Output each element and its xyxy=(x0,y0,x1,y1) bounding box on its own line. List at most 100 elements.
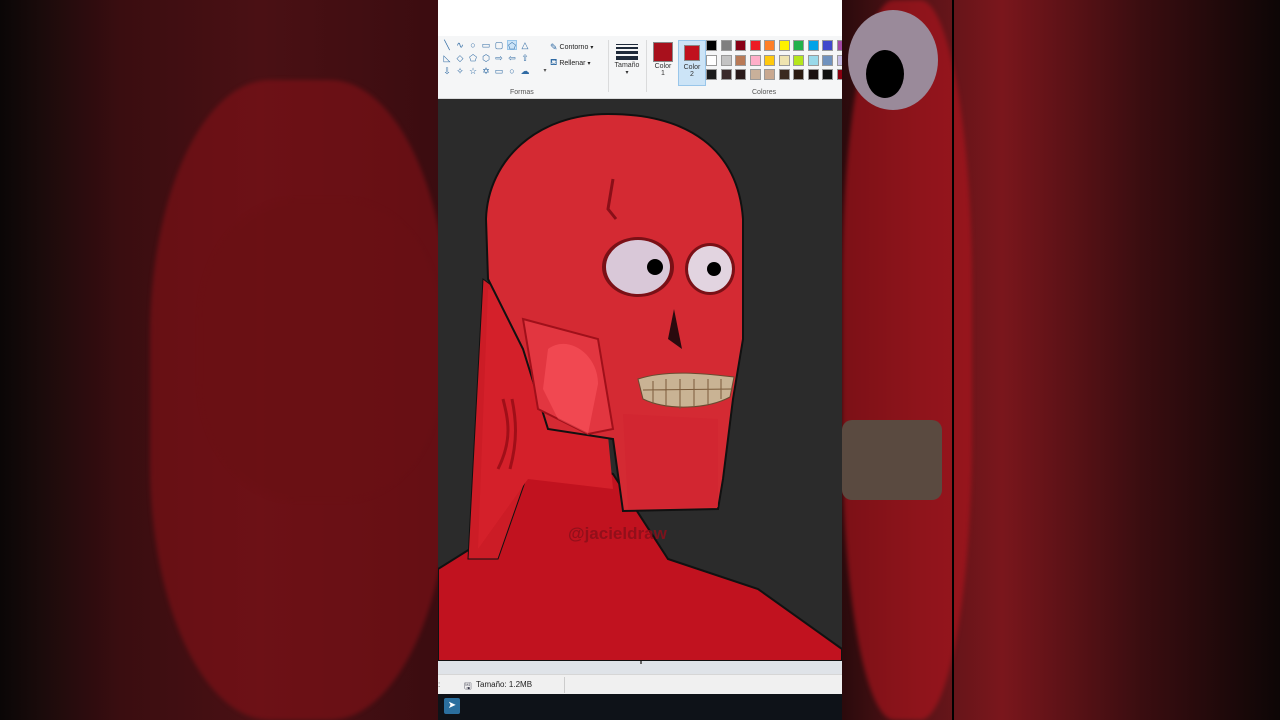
cloud-callout-shape-icon[interactable]: ☁ xyxy=(520,66,530,76)
palette-color-swatch[interactable] xyxy=(822,40,833,51)
blurred-teeth xyxy=(842,420,942,500)
chevron-down-icon: ▾ xyxy=(625,70,629,76)
fill-dropdown[interactable]: ⛾ Rellenar ▾ xyxy=(550,57,590,69)
status-bar: : 🖫 Tamaño: 1.2MB xyxy=(438,674,842,695)
hexagon-shape-icon[interactable]: ⬡ xyxy=(481,53,491,63)
palette-color-swatch[interactable] xyxy=(822,54,833,66)
four-point-star-shape-icon[interactable]: ✧ xyxy=(455,66,465,76)
palette-color-swatch[interactable] xyxy=(720,40,732,51)
rounded-callout-shape-icon[interactable]: ▭ xyxy=(494,66,504,76)
down-arrow-shape-icon[interactable]: ⇩ xyxy=(442,66,452,76)
status-edge-marker: : xyxy=(438,680,441,689)
taskbar: ➤ xyxy=(438,694,842,720)
line-shape-icon[interactable]: ╲ xyxy=(442,40,452,50)
palette-color-swatch[interactable] xyxy=(836,54,842,66)
pentagon-shape-icon[interactable]: ⬠ xyxy=(468,53,478,63)
ribbon-toolbar: ╲ ∿ ○ ▭ ▢ ⬠ △ ◺ ◇ ⬠ ⬡ ⇨ ⇦ ⇧ ⇩ ✧ ☆ ✡ ▭ ○ … xyxy=(438,36,842,99)
palette-color-swatch[interactable] xyxy=(706,69,717,80)
outline-dropdown[interactable]: ✎ Contorno ▾ xyxy=(550,42,593,53)
chevron-down-icon: ▾ xyxy=(587,60,591,67)
palette-color-swatch[interactable] xyxy=(778,40,790,51)
save-disk-icon: 🖫 xyxy=(464,681,472,691)
drawing-canvas[interactable]: @jacieldraw xyxy=(438,99,842,661)
watermark-text: @jacieldraw xyxy=(568,524,667,543)
palette-color-swatch[interactable] xyxy=(706,54,717,66)
color1-swatch xyxy=(653,42,673,62)
outline-brush-icon: ✎ xyxy=(550,42,558,52)
palette-color-swatch[interactable] xyxy=(764,69,775,80)
blurred-outline xyxy=(952,0,954,720)
color2-button[interactable]: Color 2 xyxy=(678,40,706,86)
outline-label: Contorno xyxy=(559,44,589,51)
paint-window: ╲ ∿ ○ ▭ ▢ ⬠ △ ◺ ◇ ⬠ ⬡ ⇨ ⇦ ⇧ ⇩ ✧ ☆ ✡ ▭ ○ … xyxy=(438,0,842,720)
palette-color-swatch[interactable] xyxy=(764,54,775,66)
triangle-shape-icon[interactable]: △ xyxy=(520,40,530,50)
palette-color-swatch[interactable] xyxy=(749,54,761,66)
curve-shape-icon[interactable]: ∿ xyxy=(455,40,465,50)
right-pupil xyxy=(707,262,721,276)
palette-color-swatch[interactable] xyxy=(793,69,804,80)
size-line-thicker xyxy=(616,56,638,60)
rounded-rectangle-shape-icon[interactable]: ▢ xyxy=(494,40,504,50)
polygon-shape-icon[interactable]: ⬠ xyxy=(507,40,517,51)
palette-color-swatch[interactable] xyxy=(793,40,804,51)
right-arrow-shape-icon[interactable]: ⇨ xyxy=(494,53,504,63)
ribbon-separator xyxy=(646,40,647,92)
palette-color-swatch[interactable] xyxy=(749,40,761,51)
palette-color-swatch[interactable] xyxy=(720,69,732,80)
more-shapes-icon[interactable]: ▾ xyxy=(540,66,550,76)
color2-swatch xyxy=(684,45,700,61)
rectangle-shape-icon[interactable]: ▭ xyxy=(481,40,491,50)
left-blurred-background xyxy=(0,0,438,720)
oval-callout-shape-icon[interactable]: ○ xyxy=(507,66,517,76)
palette-color-swatch[interactable] xyxy=(720,54,732,66)
color2-number: 2 xyxy=(690,71,694,78)
shapes-gallery: ╲ ∿ ○ ▭ ▢ ⬠ △ ◺ ◇ ⬠ ⬡ ⇨ ⇦ ⇧ ⇩ ✧ ☆ ✡ ▭ ○ … xyxy=(442,40,547,80)
shapes-group-label: Formas xyxy=(510,89,534,96)
palette-color-swatch[interactable] xyxy=(793,54,804,66)
red-skull-painting xyxy=(438,99,842,661)
up-arrow-shape-icon[interactable]: ⇧ xyxy=(520,53,530,63)
palette-color-swatch[interactable] xyxy=(807,54,819,66)
palette-color-swatch[interactable] xyxy=(778,69,790,80)
color1-button[interactable]: Color 1 xyxy=(650,40,676,84)
six-point-star-shape-icon[interactable]: ✡ xyxy=(481,66,491,76)
palette-color-swatch[interactable] xyxy=(735,54,746,66)
palette-color-swatch[interactable] xyxy=(749,69,761,80)
fill-label: Rellenar xyxy=(559,59,586,67)
palette-color-swatch[interactable] xyxy=(778,54,790,66)
palette-color-swatch[interactable] xyxy=(764,40,775,51)
taskbar-app-icon[interactable]: ➤ xyxy=(444,698,460,714)
right-triangle-shape-icon[interactable]: ◺ xyxy=(442,53,452,63)
palette-color-swatch[interactable] xyxy=(735,69,746,80)
right-blurred-background xyxy=(842,0,1280,720)
palette-color-swatch[interactable] xyxy=(706,40,717,51)
size-button[interactable]: Tamaño ▾ xyxy=(614,42,640,82)
palette-color-swatch[interactable] xyxy=(807,40,819,51)
ribbon-separator xyxy=(608,40,609,92)
blurred-jaw-shape xyxy=(200,200,438,500)
palette-color-swatch[interactable] xyxy=(822,69,833,80)
fill-bucket-icon: ⛾ xyxy=(550,57,558,67)
resize-handle[interactable] xyxy=(640,661,642,664)
color2-label: Color xyxy=(683,64,701,71)
palette-color-swatch[interactable] xyxy=(735,40,746,51)
size-label: Tamaño xyxy=(614,62,640,69)
size-line-thick xyxy=(616,51,638,54)
status-separator xyxy=(564,677,565,693)
jaw-front-shape xyxy=(623,414,718,509)
file-size-text: Tamaño: 1.2MB xyxy=(476,680,533,689)
palette-color-swatch[interactable] xyxy=(836,40,842,51)
palette-color-swatch[interactable] xyxy=(807,69,819,80)
horizontal-scrollbar[interactable] xyxy=(438,661,842,674)
blurred-eye xyxy=(848,10,938,110)
size-line-thin xyxy=(616,44,638,45)
five-point-star-shape-icon[interactable]: ☆ xyxy=(468,66,478,76)
color1-label: Color xyxy=(654,63,672,70)
diamond-shape-icon[interactable]: ◇ xyxy=(455,53,465,63)
chevron-down-icon: ▾ xyxy=(590,45,594,51)
colors-group-label: Colores xyxy=(752,89,777,96)
oval-shape-icon[interactable]: ○ xyxy=(468,40,478,50)
left-arrow-shape-icon[interactable]: ⇦ xyxy=(507,53,517,63)
palette-color-swatch[interactable] xyxy=(836,69,842,80)
